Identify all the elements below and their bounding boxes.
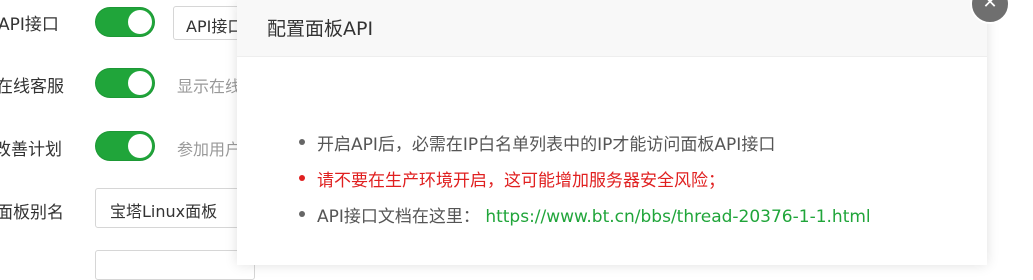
api-config-button-label: API接口 <box>186 17 244 36</box>
dialog-header: 配置面板API <box>237 0 987 57</box>
panel-alias-value: 宝塔Linux面板 <box>110 202 218 221</box>
improvement-toggle[interactable] <box>95 131 155 161</box>
toggle-knob <box>128 134 152 158</box>
next-setting-input[interactable] <box>95 250 255 280</box>
toggle-knob <box>128 71 152 95</box>
online-service-label: 在线客服 <box>0 77 64 97</box>
note-security-warning: 请不要在生产环境开启，这可能增加服务器安全风险； <box>299 166 871 202</box>
close-icon: ✕ <box>982 0 998 13</box>
api-toggle[interactable] <box>95 7 155 37</box>
note-ip-whitelist: 开启API后，必需在IP白名单列表中的IP才能访问面板API接口 <box>299 130 871 166</box>
api-notes-list: 开启API后，必需在IP白名单列表中的IP才能访问面板API接口 请不要在生产环… <box>299 130 871 238</box>
toggle-knob <box>128 10 152 34</box>
improvement-label: 改善计划 <box>0 140 62 160</box>
api-docs-link[interactable]: https://www.bt.cn/bbs/thread-20376-1-1.h… <box>485 207 870 227</box>
note-api-docs-prefix: API接口文档在这里： <box>317 207 480 227</box>
online-service-hint: 显示在线 <box>177 77 242 96</box>
api-label: API接口 <box>0 15 59 35</box>
api-config-dialog: 配置面板API 开启API后，必需在IP白名单列表中的IP才能访问面板API接口… <box>237 0 987 265</box>
note-ip-whitelist-text: 开启API后，必需在IP白名单列表中的IP才能访问面板API接口 <box>317 135 776 155</box>
panel-alias-input[interactable]: 宝塔Linux面板 <box>95 188 255 228</box>
improvement-hint: 参加用户 <box>177 140 242 159</box>
note-api-docs: API接口文档在这里： https://www.bt.cn/bbs/thread… <box>299 202 871 238</box>
note-security-warning-text: 请不要在生产环境开启，这可能增加服务器安全风险； <box>317 171 725 191</box>
online-service-toggle[interactable] <box>95 68 155 98</box>
dialog-title: 配置面板API <box>267 18 374 40</box>
alias-label: 面板别名 <box>0 203 64 223</box>
